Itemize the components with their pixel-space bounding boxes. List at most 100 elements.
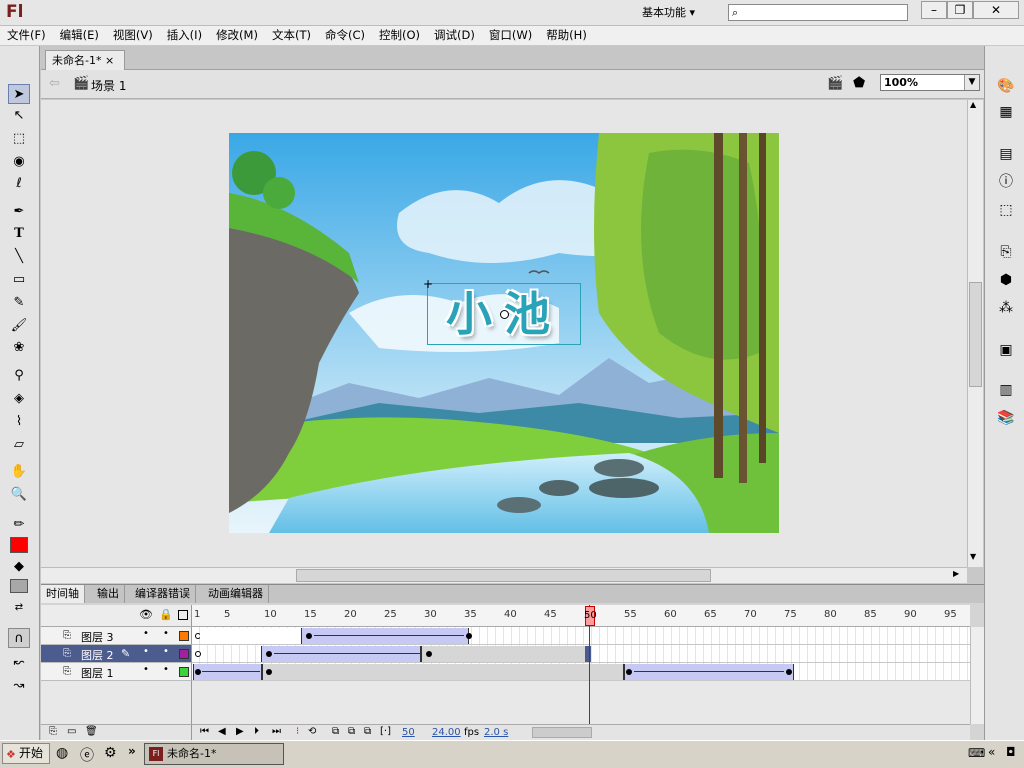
keyframe[interactable] — [266, 651, 272, 657]
eyedropper-tool-icon[interactable]: ⌇ — [8, 412, 30, 432]
align-panel-icon[interactable]: ▤ — [996, 144, 1016, 164]
transform-point-icon[interactable] — [500, 310, 509, 319]
motion-tween-span[interactable] — [624, 664, 794, 680]
outline-icon[interactable] — [178, 610, 188, 620]
lock-dot[interactable]: • — [163, 628, 169, 639]
timeline-hscroll[interactable] — [532, 727, 592, 738]
workspace-switcher[interactable]: 基本功能 ▾ — [636, 4, 720, 22]
network-tray-icon[interactable]: ◘ — [1006, 745, 1016, 759]
minimize-button[interactable]: – — [921, 1, 947, 19]
brush-tool-icon[interactable]: 🖌 — [8, 316, 30, 336]
frame-rate-field[interactable]: 24.00 — [432, 727, 461, 738]
keyboard-tray-icon[interactable]: ⌨ — [968, 746, 985, 760]
back-arrow-icon[interactable]: ⇦ — [49, 76, 60, 91]
edit-multiple-frames-icon[interactable]: ⧉ — [364, 726, 371, 737]
center-frame-icon[interactable]: ⁝ — [296, 726, 299, 737]
menu-debug[interactable]: 调试(D) — [427, 26, 482, 45]
properties-panel-icon[interactable]: ▥ — [996, 380, 1016, 400]
library-panel-icon[interactable]: ▣ — [996, 340, 1016, 360]
edit-scene-icon[interactable]: 🎬 — [827, 76, 843, 91]
horizontal-scroll-thumb[interactable] — [296, 569, 711, 582]
swap-colors-icon[interactable]: ⇄ — [8, 598, 30, 618]
eraser-tool-icon[interactable]: ▱ — [8, 435, 30, 455]
frame-row[interactable] — [192, 627, 970, 645]
keyframe[interactable] — [466, 633, 472, 639]
lock-icon[interactable]: 🔒 — [159, 608, 173, 621]
menu-control[interactable]: 控制(O) — [372, 26, 427, 45]
menu-commands[interactable]: 命令(C) — [318, 26, 372, 45]
3d-rotation-tool-icon[interactable]: ◉ — [8, 152, 30, 172]
start-button[interactable]: ❖ 开始 — [2, 743, 50, 764]
timeline-vertical-scrollbar[interactable] — [970, 627, 984, 724]
close-button[interactable]: ✕ — [973, 1, 1019, 19]
lasso-tool-icon[interactable]: ℓ — [8, 174, 30, 194]
delete-layer-icon[interactable]: 🗑 — [85, 726, 98, 737]
keyframe[interactable] — [786, 669, 792, 675]
deco-tool-icon[interactable]: ❀ — [8, 338, 30, 358]
fill-color-icon[interactable]: ◆ — [8, 557, 30, 577]
menu-edit[interactable]: 编辑(E) — [53, 26, 106, 45]
keyframe[interactable] — [306, 633, 312, 639]
zoom-dropdown-arrow-icon[interactable]: ▼ — [964, 75, 979, 90]
stage-horizontal-scrollbar[interactable]: ▶ — [41, 567, 967, 583]
taskbar-flash-window[interactable]: Fl 未命名-1* — [144, 743, 284, 765]
motion-tween-span[interactable] — [261, 646, 421, 662]
pencil-tool-icon[interactable]: ✎ — [8, 293, 30, 313]
line-tool-icon[interactable]: ╲ — [8, 247, 30, 267]
scroll-right-icon[interactable]: ▶ — [953, 569, 959, 578]
pen-tool-icon[interactable]: ✒ — [8, 202, 30, 222]
settings-quicklaunch-icon[interactable]: ⚙ — [104, 745, 117, 761]
play-icon[interactable]: ▶ — [236, 726, 244, 737]
edit-symbols-icon[interactable]: ⬟ — [853, 75, 865, 91]
visibility-dot[interactable]: • — [143, 628, 149, 639]
motion-tween-span[interactable] — [193, 664, 262, 680]
close-tab-icon[interactable]: × — [105, 54, 114, 67]
menu-file[interactable]: 文件(F) — [0, 26, 53, 45]
stroke-color-icon[interactable]: ✏ — [8, 515, 30, 535]
frame-row[interactable] — [192, 645, 970, 663]
onion-skin-icon[interactable]: ⧉ — [332, 726, 339, 737]
smooth-icon[interactable]: ↜ — [8, 653, 30, 673]
zoom-tool-icon[interactable]: 🔍 — [8, 485, 30, 505]
elapsed-time-field[interactable]: 2.0 s — [484, 727, 508, 738]
lock-dot[interactable]: • — [163, 646, 169, 657]
menu-window[interactable]: 窗口(W) — [482, 26, 539, 45]
playhead-marker[interactable]: 50 — [584, 606, 597, 626]
lock-dot[interactable]: • — [163, 664, 169, 675]
free-transform-tool-icon[interactable]: ⬚ — [8, 129, 30, 149]
menu-insert[interactable]: 插入(I) — [160, 26, 209, 45]
layer-name[interactable]: 图层 2 — [81, 647, 114, 663]
snap-to-objects-icon[interactable]: ∩ — [8, 628, 30, 648]
layer-row[interactable]: ⎘ 图层 3 • • — [41, 627, 192, 645]
menu-help[interactable]: 帮助(H) — [539, 26, 594, 45]
static-frames[interactable] — [421, 646, 588, 662]
keyframe[interactable] — [426, 651, 432, 657]
tab-compiler-errors[interactable]: 编译器错误 — [130, 585, 196, 603]
menu-modify[interactable]: 修改(M) — [209, 26, 265, 45]
browser-quicklaunch-icon[interactable]: ◍ — [56, 745, 68, 761]
quicklaunch-more-icon[interactable]: » — [128, 744, 136, 758]
new-folder-icon[interactable]: ▭ — [67, 726, 76, 737]
layer-outline-color[interactable] — [179, 649, 189, 659]
transform-panel-icon[interactable]: ⬚ — [996, 200, 1016, 220]
stroke-color-swatch[interactable] — [10, 537, 28, 553]
text-tool-icon[interactable]: T — [8, 224, 30, 244]
layer-name[interactable]: 图层 1 — [81, 665, 114, 681]
rectangle-tool-icon[interactable]: ▭ — [8, 270, 30, 290]
keyframe[interactable] — [626, 669, 632, 675]
layer-row[interactable]: ⎘ 图层 1 • • — [41, 663, 192, 681]
bone-tool-icon[interactable]: ⚲ — [8, 366, 30, 386]
visibility-dot[interactable]: • — [143, 646, 149, 657]
title-text-box[interactable]: 小池 — [427, 283, 581, 345]
go-to-last-frame-icon[interactable]: ⏭ — [272, 726, 281, 737]
menu-view[interactable]: 视图(V) — [106, 26, 160, 45]
menu-text[interactable]: 文本(T) — [265, 26, 318, 45]
onion-outline-icon[interactable]: ⧉ — [348, 726, 355, 737]
scroll-up-icon[interactable]: ▲ — [970, 100, 976, 109]
visibility-dot[interactable]: • — [143, 664, 149, 675]
tab-timeline[interactable]: 时间轴 — [41, 585, 85, 603]
go-to-first-frame-icon[interactable]: ⏮ — [200, 726, 209, 737]
motion-tween-span[interactable] — [301, 628, 469, 644]
stage-canvas[interactable]: 小池 + — [229, 133, 779, 533]
scroll-down-icon[interactable]: ▼ — [970, 552, 976, 561]
